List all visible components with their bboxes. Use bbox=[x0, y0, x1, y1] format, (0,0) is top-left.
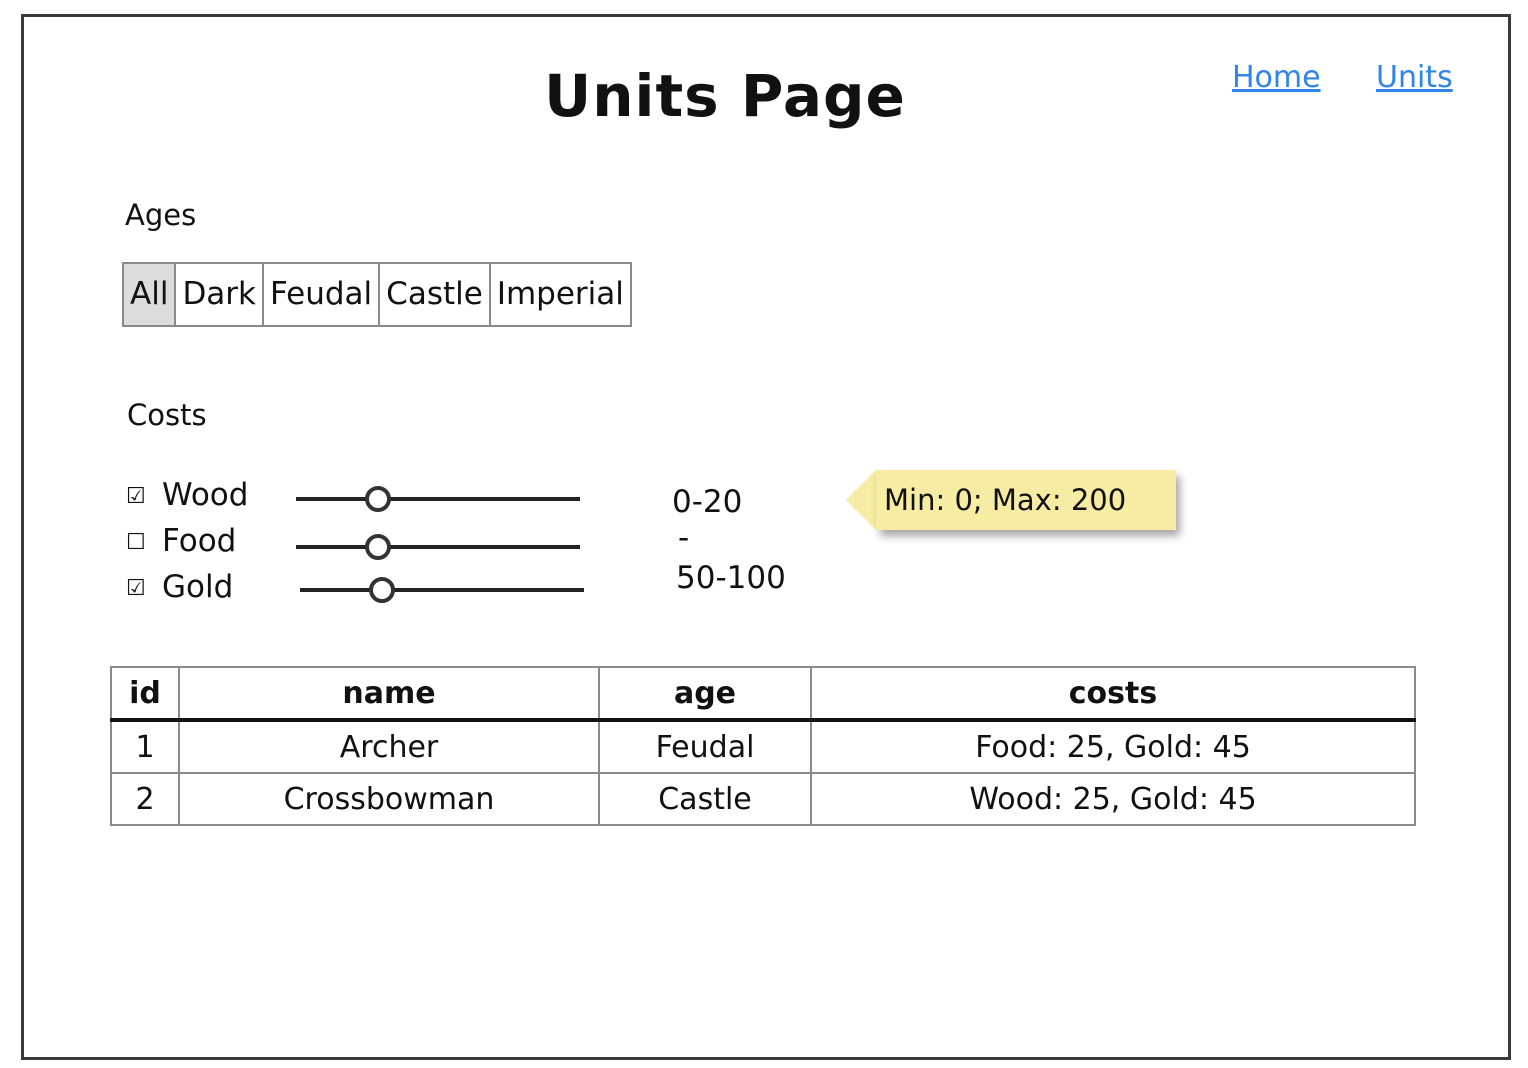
table-row[interactable]: 1 Archer Feudal Food: 25, Gold: 45 bbox=[110, 719, 1416, 774]
slider-thumb[interactable] bbox=[369, 577, 395, 603]
range-tooltip: Min: 0; Max: 200 bbox=[876, 470, 1176, 530]
cell-age: Feudal bbox=[598, 719, 812, 774]
page-title: Units Page bbox=[544, 62, 906, 130]
page-frame bbox=[21, 14, 1511, 1060]
cell-costs: Wood: 25, Gold: 45 bbox=[810, 772, 1416, 826]
column-header-name[interactable]: name bbox=[178, 666, 600, 722]
slider-track bbox=[296, 545, 580, 549]
wood-slider[interactable] bbox=[296, 484, 580, 514]
age-button-feudal[interactable]: Feudal bbox=[264, 264, 381, 325]
age-button-castle[interactable]: Castle bbox=[380, 264, 491, 325]
age-button-imperial[interactable]: Imperial bbox=[490, 264, 630, 325]
cell-costs: Food: 25, Gold: 45 bbox=[810, 719, 1416, 774]
gold-slider[interactable] bbox=[300, 575, 584, 605]
food-label: Food bbox=[162, 523, 237, 559]
ages-button-group: All Dark Feudal Castle Imperial bbox=[122, 262, 632, 327]
age-button-all[interactable]: All bbox=[124, 264, 177, 325]
wood-checkbox[interactable]: ☑ bbox=[126, 485, 146, 509]
age-button-dark[interactable]: Dark bbox=[176, 264, 265, 325]
cell-age: Castle bbox=[598, 772, 812, 826]
nav-link-units[interactable]: Units bbox=[1376, 60, 1453, 95]
slider-thumb[interactable] bbox=[365, 486, 391, 512]
gold-range-value: 50-100 bbox=[676, 560, 786, 596]
slider-track bbox=[296, 497, 580, 501]
gold-checkbox[interactable]: ☑ bbox=[126, 577, 146, 601]
cell-name: Crossbowman bbox=[178, 772, 600, 826]
column-header-id[interactable]: id bbox=[110, 666, 180, 722]
ages-label: Ages bbox=[125, 198, 197, 232]
table-row[interactable]: 2 Crossbowman Castle Wood: 25, Gold: 45 bbox=[110, 772, 1416, 826]
cell-id: 2 bbox=[110, 772, 180, 826]
cell-id: 1 bbox=[110, 719, 180, 774]
column-header-age[interactable]: age bbox=[598, 666, 812, 722]
food-slider[interactable] bbox=[296, 532, 580, 562]
gold-label: Gold bbox=[162, 569, 234, 605]
costs-label: Costs bbox=[127, 398, 207, 432]
food-checkbox[interactable]: ☐ bbox=[126, 531, 146, 555]
column-header-costs[interactable]: costs bbox=[810, 666, 1416, 722]
food-range-value: - bbox=[678, 520, 690, 556]
tooltip-arrow bbox=[846, 470, 876, 530]
wood-range-value: 0-20 bbox=[672, 484, 743, 520]
units-table: id name age costs 1 Archer Feudal Food: … bbox=[110, 666, 1416, 826]
slider-thumb[interactable] bbox=[365, 534, 391, 560]
slider-track bbox=[300, 588, 584, 592]
nav-link-home[interactable]: Home bbox=[1232, 60, 1321, 95]
table-header-row: id name age costs bbox=[110, 666, 1416, 722]
cell-name: Archer bbox=[178, 719, 600, 774]
wood-label: Wood bbox=[162, 477, 249, 513]
